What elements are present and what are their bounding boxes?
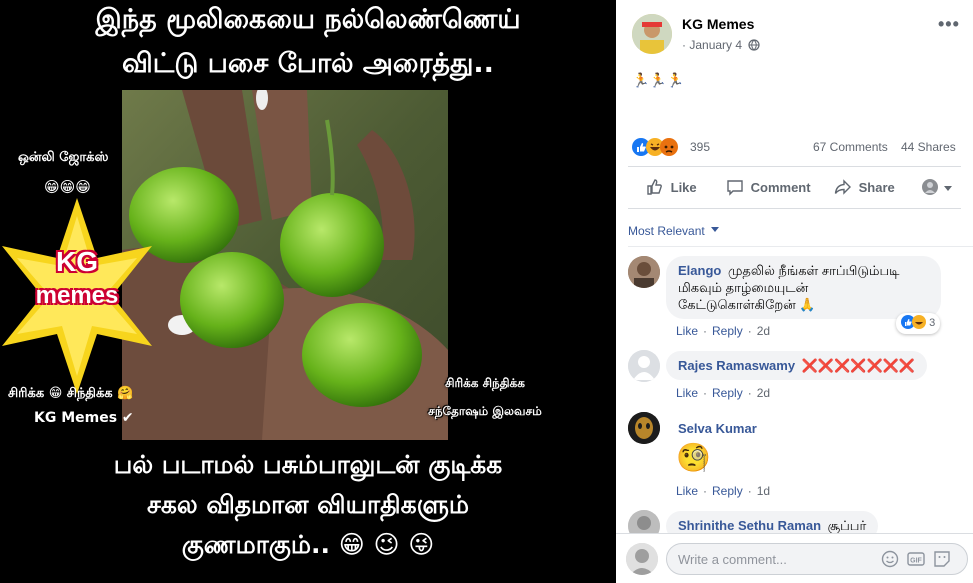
comment-reply-link[interactable]: Reply [712, 324, 743, 338]
side-label-kg-memes: KG Memes ✔ [34, 410, 134, 426]
comment-button-label: Comment [750, 180, 811, 195]
comment-avatar[interactable] [628, 412, 660, 444]
comment-button[interactable]: Comment [726, 178, 811, 199]
emoji-icon[interactable] [881, 550, 899, 573]
comment-bubble: Rajes Ramaswamy ❌❌❌❌❌❌❌ [666, 351, 928, 380]
comment-author[interactable]: Rajes Ramaswamy [678, 358, 795, 373]
comment-text: சூப்பர் [827, 518, 867, 533]
comment-avatar[interactable] [628, 350, 660, 382]
comment-like-link[interactable]: Like [676, 324, 698, 338]
page-avatar-small [922, 179, 938, 200]
divider [628, 166, 961, 167]
meme-caption-top-1: இந்த மூலிகையை நல்லெண்ணெய் [95, 4, 521, 35]
comment-reaction-summary[interactable]: 3 [896, 313, 941, 334]
comment-time[interactable]: 2d [757, 324, 770, 338]
reaction-selector[interactable] [922, 179, 953, 200]
badge-laugh-think: சிரிக்க சிந்திக்க [445, 376, 525, 390]
caret-down-icon [711, 222, 720, 236]
comment-input[interactable]: Write a comment... GIF [666, 543, 968, 575]
comment-sort-dropdown[interactable]: Most Relevant [628, 222, 720, 238]
current-user-avatar[interactable] [626, 543, 658, 575]
laughing-emoji-row: 😁😁😁 [44, 178, 91, 196]
share-button-label: Share [858, 180, 895, 195]
badge-happiness-free: சந்தோஷம் இலவசம் [428, 404, 542, 418]
post-photo[interactable]: இந்த மூலிகையை நல்லெண்ணெய் விட்டு பசை போல… [0, 0, 616, 582]
like-button[interactable]: Like [646, 178, 697, 199]
svg-text:GIF: GIF [910, 558, 922, 565]
caret-down-icon [944, 179, 953, 197]
comment-icon [726, 178, 744, 199]
post-author-name[interactable]: KG Memes [682, 16, 754, 32]
comment-time[interactable]: 2d [757, 386, 770, 400]
comment-like-link[interactable]: Like [676, 386, 698, 400]
comment-reaction-count: 3 [929, 317, 936, 329]
comment-avatar[interactable] [628, 256, 660, 288]
logo-memes: memes [35, 282, 119, 309]
author-avatar[interactable] [632, 14, 672, 54]
meme-caption-bottom-3-text: குணமாகும்.. [181, 530, 330, 559]
comment-reply-link[interactable]: Reply [712, 386, 743, 400]
meme-caption-bottom-2: சகல விதமான வியாதிகளும் [147, 490, 469, 519]
shares-count[interactable]: 44 Shares [901, 140, 956, 154]
side-label-only-jokes: ஒன்லி ஜோக்ஸ் [18, 150, 109, 165]
angry-reaction-icon [660, 138, 678, 161]
comment-meta: Like · Reply · 2d [676, 386, 771, 400]
reaction-count[interactable]: 395 [690, 140, 710, 154]
comment-composer: Write a comment... GIF [616, 533, 973, 583]
comment-author-row: Selva Kumar [678, 421, 757, 436]
like-button-label: Like [670, 180, 697, 195]
more-options-icon[interactable]: ••• [938, 14, 960, 35]
share-icon [834, 178, 852, 199]
meme-caption-top-2: விட்டு பசை போல் அரைத்து.. [122, 48, 494, 79]
kg-memes-star-logo: KG memes [2, 196, 152, 396]
post-meta: · January 4 [682, 38, 760, 54]
divider [628, 246, 973, 247]
post-side-panel: KG Memes · January 4 ••• 🏃🏃🏃 395 67 Comm… [616, 0, 973, 583]
comment-sticker: 🧐 [676, 442, 711, 473]
globe-icon [748, 39, 760, 54]
post-date[interactable]: January 4 [689, 38, 742, 52]
comment-text: ❌❌❌❌❌❌❌ [801, 358, 916, 373]
post-body: 🏃🏃🏃 [632, 72, 685, 88]
sticker-icon[interactable] [933, 550, 951, 573]
meta-separator: · [682, 38, 686, 52]
comment-author[interactable]: Shrinithe Sethu Raman [678, 518, 821, 533]
side-label-laugh-think: சிரிக்க 😁 சிந்திக்க 🤗 [8, 386, 134, 401]
comment-time[interactable]: 1d [757, 484, 770, 498]
comment-input-placeholder: Write a comment... [678, 552, 787, 567]
comment-sort-label: Most Relevant [628, 224, 705, 238]
logo-kg: KG [56, 246, 98, 277]
comment-reply-link[interactable]: Reply [712, 484, 743, 498]
comment-bubble: Elango முதலில் நீங்கள் சாப்பிடும்படி மிக… [666, 256, 941, 319]
share-button[interactable]: Share [834, 178, 895, 199]
haha-reaction-icon [912, 315, 926, 332]
meme-caption-bottom-3: குணமாகும்.. 😁 😉 😜 [0, 530, 616, 563]
meme-caption-bottom-1: பல் படாமல் பசும்பாலுடன் குடிக்க [113, 450, 503, 479]
comments-count[interactable]: 67 Comments [813, 140, 888, 154]
comment-author[interactable]: Elango [678, 263, 721, 278]
comment-like-link[interactable]: Like [676, 484, 698, 498]
comment-meta: Like · Reply · 1d [676, 484, 771, 498]
comment-author[interactable]: Selva Kumar [678, 421, 757, 436]
thumbs-up-icon [646, 178, 664, 199]
comment-meta: Like · Reply · 2d [676, 324, 771, 338]
divider [628, 208, 961, 209]
gif-icon[interactable]: GIF [907, 550, 925, 573]
emoji-row: 😁 😉 😜 [338, 530, 435, 559]
